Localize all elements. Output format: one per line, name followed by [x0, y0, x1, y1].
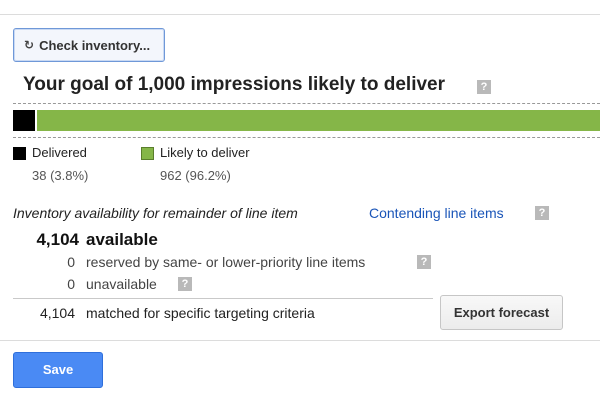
- inventory-caption: Inventory availability for remainder of …: [13, 205, 298, 221]
- goal-help-icon[interactable]: ?: [477, 80, 491, 94]
- delivered-bar-segment: [13, 110, 35, 131]
- reserved-label: reserved by same- or lower-priority line…: [86, 254, 366, 270]
- contending-help-icon[interactable]: ?: [535, 206, 549, 220]
- check-inventory-button[interactable]: ↻ Check inventory...: [13, 28, 165, 62]
- save-button[interactable]: Save: [13, 352, 103, 388]
- available-count: 4,104: [36, 230, 79, 249]
- refresh-icon: ↻: [24, 38, 35, 52]
- top-divider: [0, 14, 600, 15]
- export-forecast-button[interactable]: Export forecast: [440, 295, 563, 330]
- likely-legend-swatch: [141, 147, 154, 160]
- check-inventory-label: Check inventory...: [39, 37, 151, 53]
- unavailable-count: 0: [67, 276, 75, 292]
- reserved-help-icon[interactable]: ?: [417, 255, 431, 269]
- unavailable-help-icon[interactable]: ?: [178, 277, 192, 291]
- likely-legend-label: Likely to deliver: [160, 145, 250, 160]
- delivered-legend-label: Delivered: [32, 145, 87, 160]
- matched-divider: [13, 298, 433, 299]
- goal-title: Your goal of 1,000 impressions likely to…: [23, 74, 446, 95]
- delivered-legend-swatch: [13, 147, 26, 160]
- reserved-count: 0: [67, 254, 75, 270]
- bottom-divider: [0, 340, 600, 341]
- delivered-value: 38 (3.8%): [32, 168, 89, 183]
- unavailable-label: unavailable: [86, 276, 157, 292]
- likely-bar-segment: [37, 110, 600, 131]
- likely-value: 962 (96.2%): [160, 168, 231, 183]
- available-label: available: [86, 230, 158, 249]
- delivery-progress-bar: [13, 103, 600, 138]
- matched-label: matched for specific targeting criteria: [86, 305, 315, 321]
- matched-count: 4,104: [39, 305, 75, 321]
- contending-line-items-link[interactable]: Contending line items: [369, 205, 504, 221]
